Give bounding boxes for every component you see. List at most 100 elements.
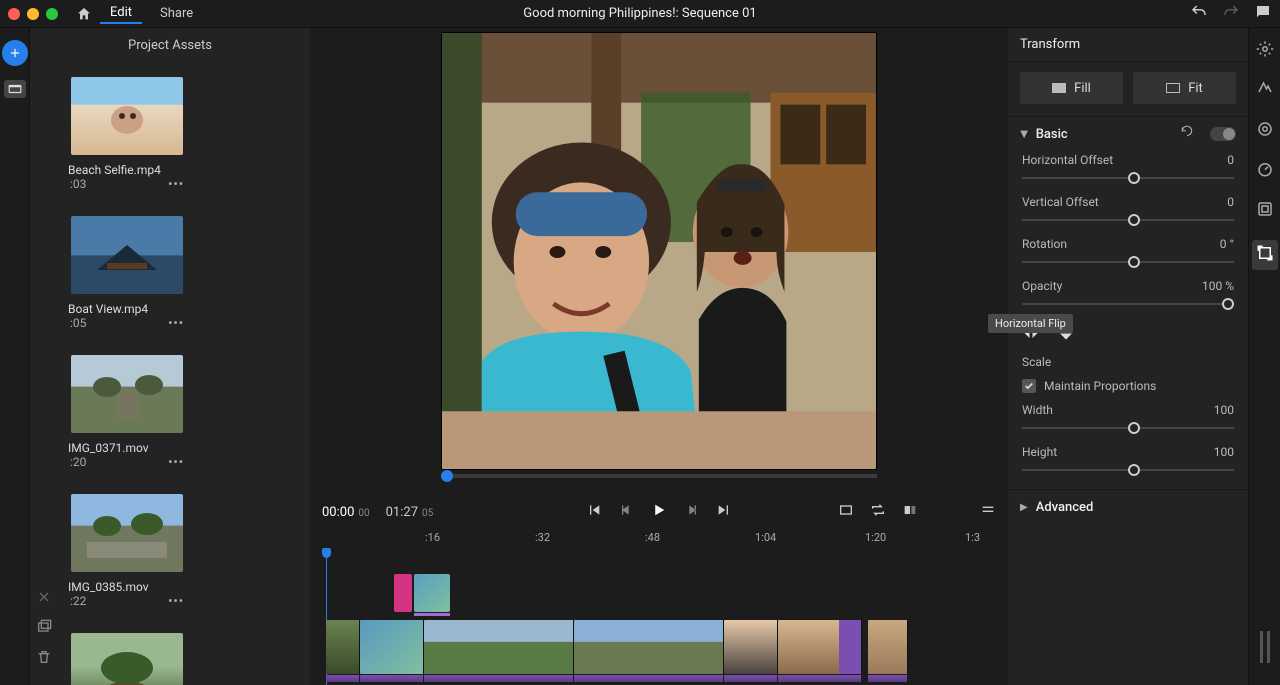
asset-item[interactable]: IMG_0385.mov :22••• bbox=[66, 479, 188, 608]
asset-duration: :03 bbox=[70, 177, 86, 191]
asset-more-icon[interactable]: ••• bbox=[168, 594, 184, 608]
ruler-mark: :48 bbox=[645, 531, 660, 544]
timeline-clip[interactable] bbox=[326, 620, 360, 674]
asset-more-icon[interactable]: ••• bbox=[168, 455, 184, 469]
timeline-clip[interactable] bbox=[574, 620, 724, 674]
voffset-label: Vertical Offset bbox=[1022, 195, 1099, 209]
advanced-section-label[interactable]: Advanced bbox=[1036, 500, 1094, 515]
opacity-slider[interactable] bbox=[1022, 295, 1234, 313]
close-panel-icon[interactable] bbox=[36, 589, 52, 609]
timeline[interactable] bbox=[310, 548, 1008, 685]
asset-duration: :22 bbox=[70, 594, 86, 608]
transform-icon[interactable] bbox=[1252, 240, 1278, 270]
audio-icon[interactable] bbox=[1256, 200, 1274, 222]
timeline-ruler[interactable]: :16 :32 :48 1:04 1:20 1:3 bbox=[310, 526, 1008, 548]
asset-item[interactable]: IMG_0371.mov :20 ••• bbox=[66, 340, 188, 469]
maintain-proportions-label: Maintain Proportions bbox=[1044, 379, 1156, 393]
fullscreen-icon[interactable] bbox=[838, 502, 854, 522]
basic-section-label: Basic bbox=[1036, 127, 1068, 142]
height-slider[interactable] bbox=[1022, 461, 1234, 479]
maximize-window-icon[interactable] bbox=[46, 8, 58, 20]
current-frames: 00 bbox=[358, 508, 369, 519]
go-to-end-icon[interactable] bbox=[716, 502, 732, 522]
window-traffic-lights[interactable] bbox=[8, 8, 58, 20]
asset-filename: Boat View.mp4 bbox=[66, 302, 188, 316]
reset-icon[interactable] bbox=[1180, 125, 1194, 143]
minimize-window-icon[interactable] bbox=[27, 8, 39, 20]
opacity-value[interactable]: 100 % bbox=[1202, 279, 1234, 293]
go-to-start-icon[interactable] bbox=[586, 502, 602, 522]
add-media-button[interactable] bbox=[2, 40, 28, 66]
chevron-down-icon[interactable]: ▶ bbox=[1018, 130, 1029, 138]
opacity-label: Opacity bbox=[1022, 279, 1062, 293]
asset-item[interactable]: Boat View.mp4 :05 ••• bbox=[66, 201, 188, 330]
timeline-clip[interactable] bbox=[724, 620, 778, 674]
voffset-slider[interactable] bbox=[1022, 211, 1234, 229]
rotation-label: Rotation bbox=[1022, 237, 1067, 251]
audio-meters-icon[interactable] bbox=[1258, 627, 1272, 671]
undo-icon[interactable] bbox=[1190, 3, 1208, 25]
timeline-clip[interactable] bbox=[868, 620, 908, 674]
hoffset-slider[interactable] bbox=[1022, 169, 1234, 187]
redo-icon[interactable] bbox=[1222, 3, 1240, 25]
rotation-slider[interactable] bbox=[1022, 253, 1234, 271]
close-window-icon[interactable] bbox=[8, 8, 20, 20]
width-slider[interactable] bbox=[1022, 419, 1234, 437]
asset-duration: :20 bbox=[70, 455, 86, 469]
assets-panel-title: Project Assets bbox=[30, 28, 310, 62]
hoffset-value[interactable]: 0 bbox=[1227, 153, 1234, 167]
basic-toggle[interactable] bbox=[1210, 127, 1236, 141]
scale-label: Scale bbox=[1022, 355, 1051, 369]
maintain-proportions-checkbox[interactable] bbox=[1022, 379, 1036, 393]
step-back-icon[interactable] bbox=[618, 502, 634, 522]
total-frames: 05 bbox=[422, 508, 433, 519]
timeline-clip[interactable] bbox=[778, 620, 862, 674]
height-label: Height bbox=[1022, 445, 1057, 459]
width-label: Width bbox=[1022, 403, 1053, 417]
timeline-clip[interactable] bbox=[360, 620, 424, 674]
asset-item[interactable]: IMG_2326.heic :02••• bbox=[66, 618, 188, 685]
speed-icon[interactable] bbox=[1256, 160, 1274, 182]
chevron-right-icon[interactable]: ▶ bbox=[1020, 502, 1028, 513]
preview-scrubber[interactable] bbox=[441, 474, 877, 478]
step-forward-icon[interactable] bbox=[684, 502, 700, 522]
video-preview[interactable] bbox=[441, 32, 877, 470]
overlay-clip[interactable] bbox=[394, 574, 412, 612]
loop-icon[interactable] bbox=[870, 502, 886, 522]
overlay-clip[interactable] bbox=[414, 574, 450, 612]
width-value[interactable]: 100 bbox=[1214, 403, 1234, 417]
home-icon[interactable] bbox=[76, 6, 92, 22]
ruler-mark: :16 bbox=[425, 531, 440, 544]
rotation-value[interactable]: 0 ° bbox=[1220, 237, 1234, 251]
height-value[interactable]: 100 bbox=[1214, 445, 1234, 459]
fit-button[interactable]: Fit bbox=[1133, 72, 1236, 104]
edit-menu[interactable]: Edit bbox=[100, 3, 142, 24]
current-time: 00:00 bbox=[322, 505, 354, 520]
asset-more-icon[interactable]: ••• bbox=[168, 316, 184, 330]
asset-duration: :05 bbox=[70, 316, 86, 330]
effects-icon[interactable] bbox=[1256, 80, 1274, 102]
fill-button[interactable]: Fill bbox=[1020, 72, 1123, 104]
asset-filename: IMG_0371.mov bbox=[66, 441, 188, 455]
ruler-mark: 1:3 bbox=[965, 531, 980, 544]
play-icon[interactable] bbox=[650, 501, 668, 523]
share-menu[interactable]: Share bbox=[150, 4, 203, 23]
timeline-clip[interactable] bbox=[424, 620, 574, 674]
color-icon[interactable] bbox=[1256, 120, 1274, 142]
hoffset-label: Horizontal Offset bbox=[1022, 153, 1113, 167]
total-time: 01:27 bbox=[386, 505, 418, 520]
asset-filename: Beach Selfie.mp4 bbox=[66, 163, 188, 177]
ruler-mark: :32 bbox=[535, 531, 550, 544]
project-assets-tab-icon[interactable] bbox=[4, 80, 26, 98]
quality-icon[interactable] bbox=[902, 502, 918, 522]
timeline-options-icon[interactable] bbox=[980, 502, 996, 522]
chat-icon[interactable] bbox=[1254, 3, 1272, 25]
trash-icon[interactable] bbox=[36, 649, 52, 669]
asset-item[interactable]: Beach Selfie.mp4 :03 ••• bbox=[66, 62, 188, 191]
tooltip: Horizontal Flip bbox=[988, 314, 1073, 333]
asset-more-icon[interactable]: ••• bbox=[168, 177, 184, 191]
inspector-title: Transform bbox=[1008, 28, 1248, 62]
new-bin-icon[interactable] bbox=[36, 619, 52, 639]
voffset-value[interactable]: 0 bbox=[1227, 195, 1234, 209]
properties-icon[interactable] bbox=[1256, 40, 1274, 62]
